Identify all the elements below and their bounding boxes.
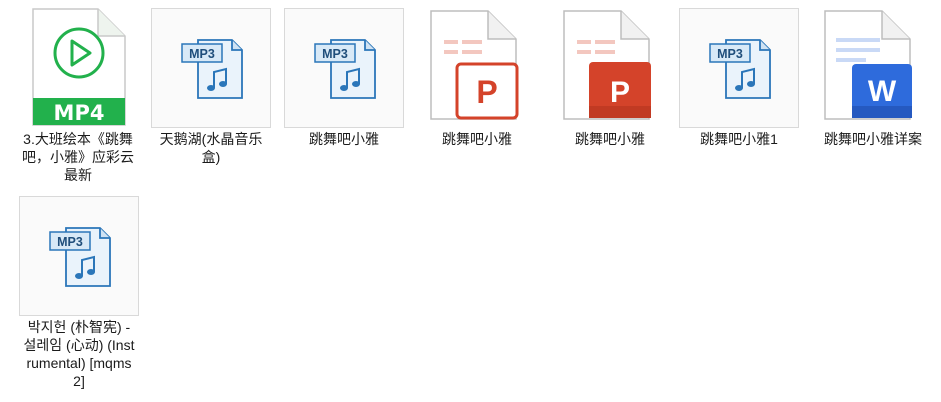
file-name: 跳舞吧小雅1 — [700, 131, 778, 147]
file-item-mp3[interactable]: MP3 박지헌 (朴智宪) - 설레임 (心动) (Instrumental) … — [18, 188, 140, 402]
file-item-pptx[interactable]: P 跳舞吧小雅 — [416, 0, 538, 190]
mp3-badge: MP3 — [189, 47, 215, 61]
powerpoint-file-icon: P — [563, 10, 651, 120]
audio-file-icon: MP3 — [314, 39, 376, 99]
video-file-icon: MP4 — [32, 8, 126, 126]
file-item-ppt[interactable]: P 跳舞吧小雅 — [549, 0, 671, 190]
file-name: 跳舞吧小雅详案 — [824, 131, 922, 147]
mp4-badge: MP4 — [54, 101, 105, 125]
file-name: 跳舞吧小雅 — [575, 131, 645, 147]
word-badge: W — [868, 75, 897, 108]
ppt-badge: P — [476, 74, 497, 110]
file-item-mp3[interactable]: MP3 跳舞吧小雅1 — [678, 0, 800, 190]
file-item-mp4[interactable]: MP4 3.大班绘本《跳舞吧，小雅》应彩云最新 — [18, 0, 138, 190]
file-name: 跳舞吧小雅 — [309, 131, 379, 147]
file-name: 跳舞吧小雅 — [442, 131, 512, 147]
mp3-badge: MP3 — [717, 47, 743, 61]
ppt-badge: P — [610, 76, 630, 109]
powerpoint-file-icon: P — [430, 10, 519, 120]
audio-file-icon: MP3 — [709, 39, 771, 99]
word-file-icon: W — [824, 10, 912, 120]
file-name: 天鹅湖(水晶音乐盒) — [159, 131, 263, 165]
file-item-mp3[interactable]: MP3 跳舞吧小雅 — [283, 0, 405, 190]
file-name: 박지헌 (朴智宪) - 설레임 (心动) (Instrumental) [mqm… — [23, 319, 135, 389]
file-item-mp3[interactable]: MP3 天鹅湖(水晶音乐盒) — [150, 0, 272, 190]
file-name: 3.大班绘本《跳舞吧，小雅》应彩云最新 — [22, 131, 134, 183]
mp3-badge: MP3 — [322, 47, 348, 61]
audio-file-icon: MP3 — [181, 39, 243, 99]
file-item-docx[interactable]: W 跳舞吧小雅详案 — [808, 0, 938, 190]
audio-file-icon: MP3 — [49, 227, 111, 287]
mp3-badge: MP3 — [57, 235, 83, 249]
